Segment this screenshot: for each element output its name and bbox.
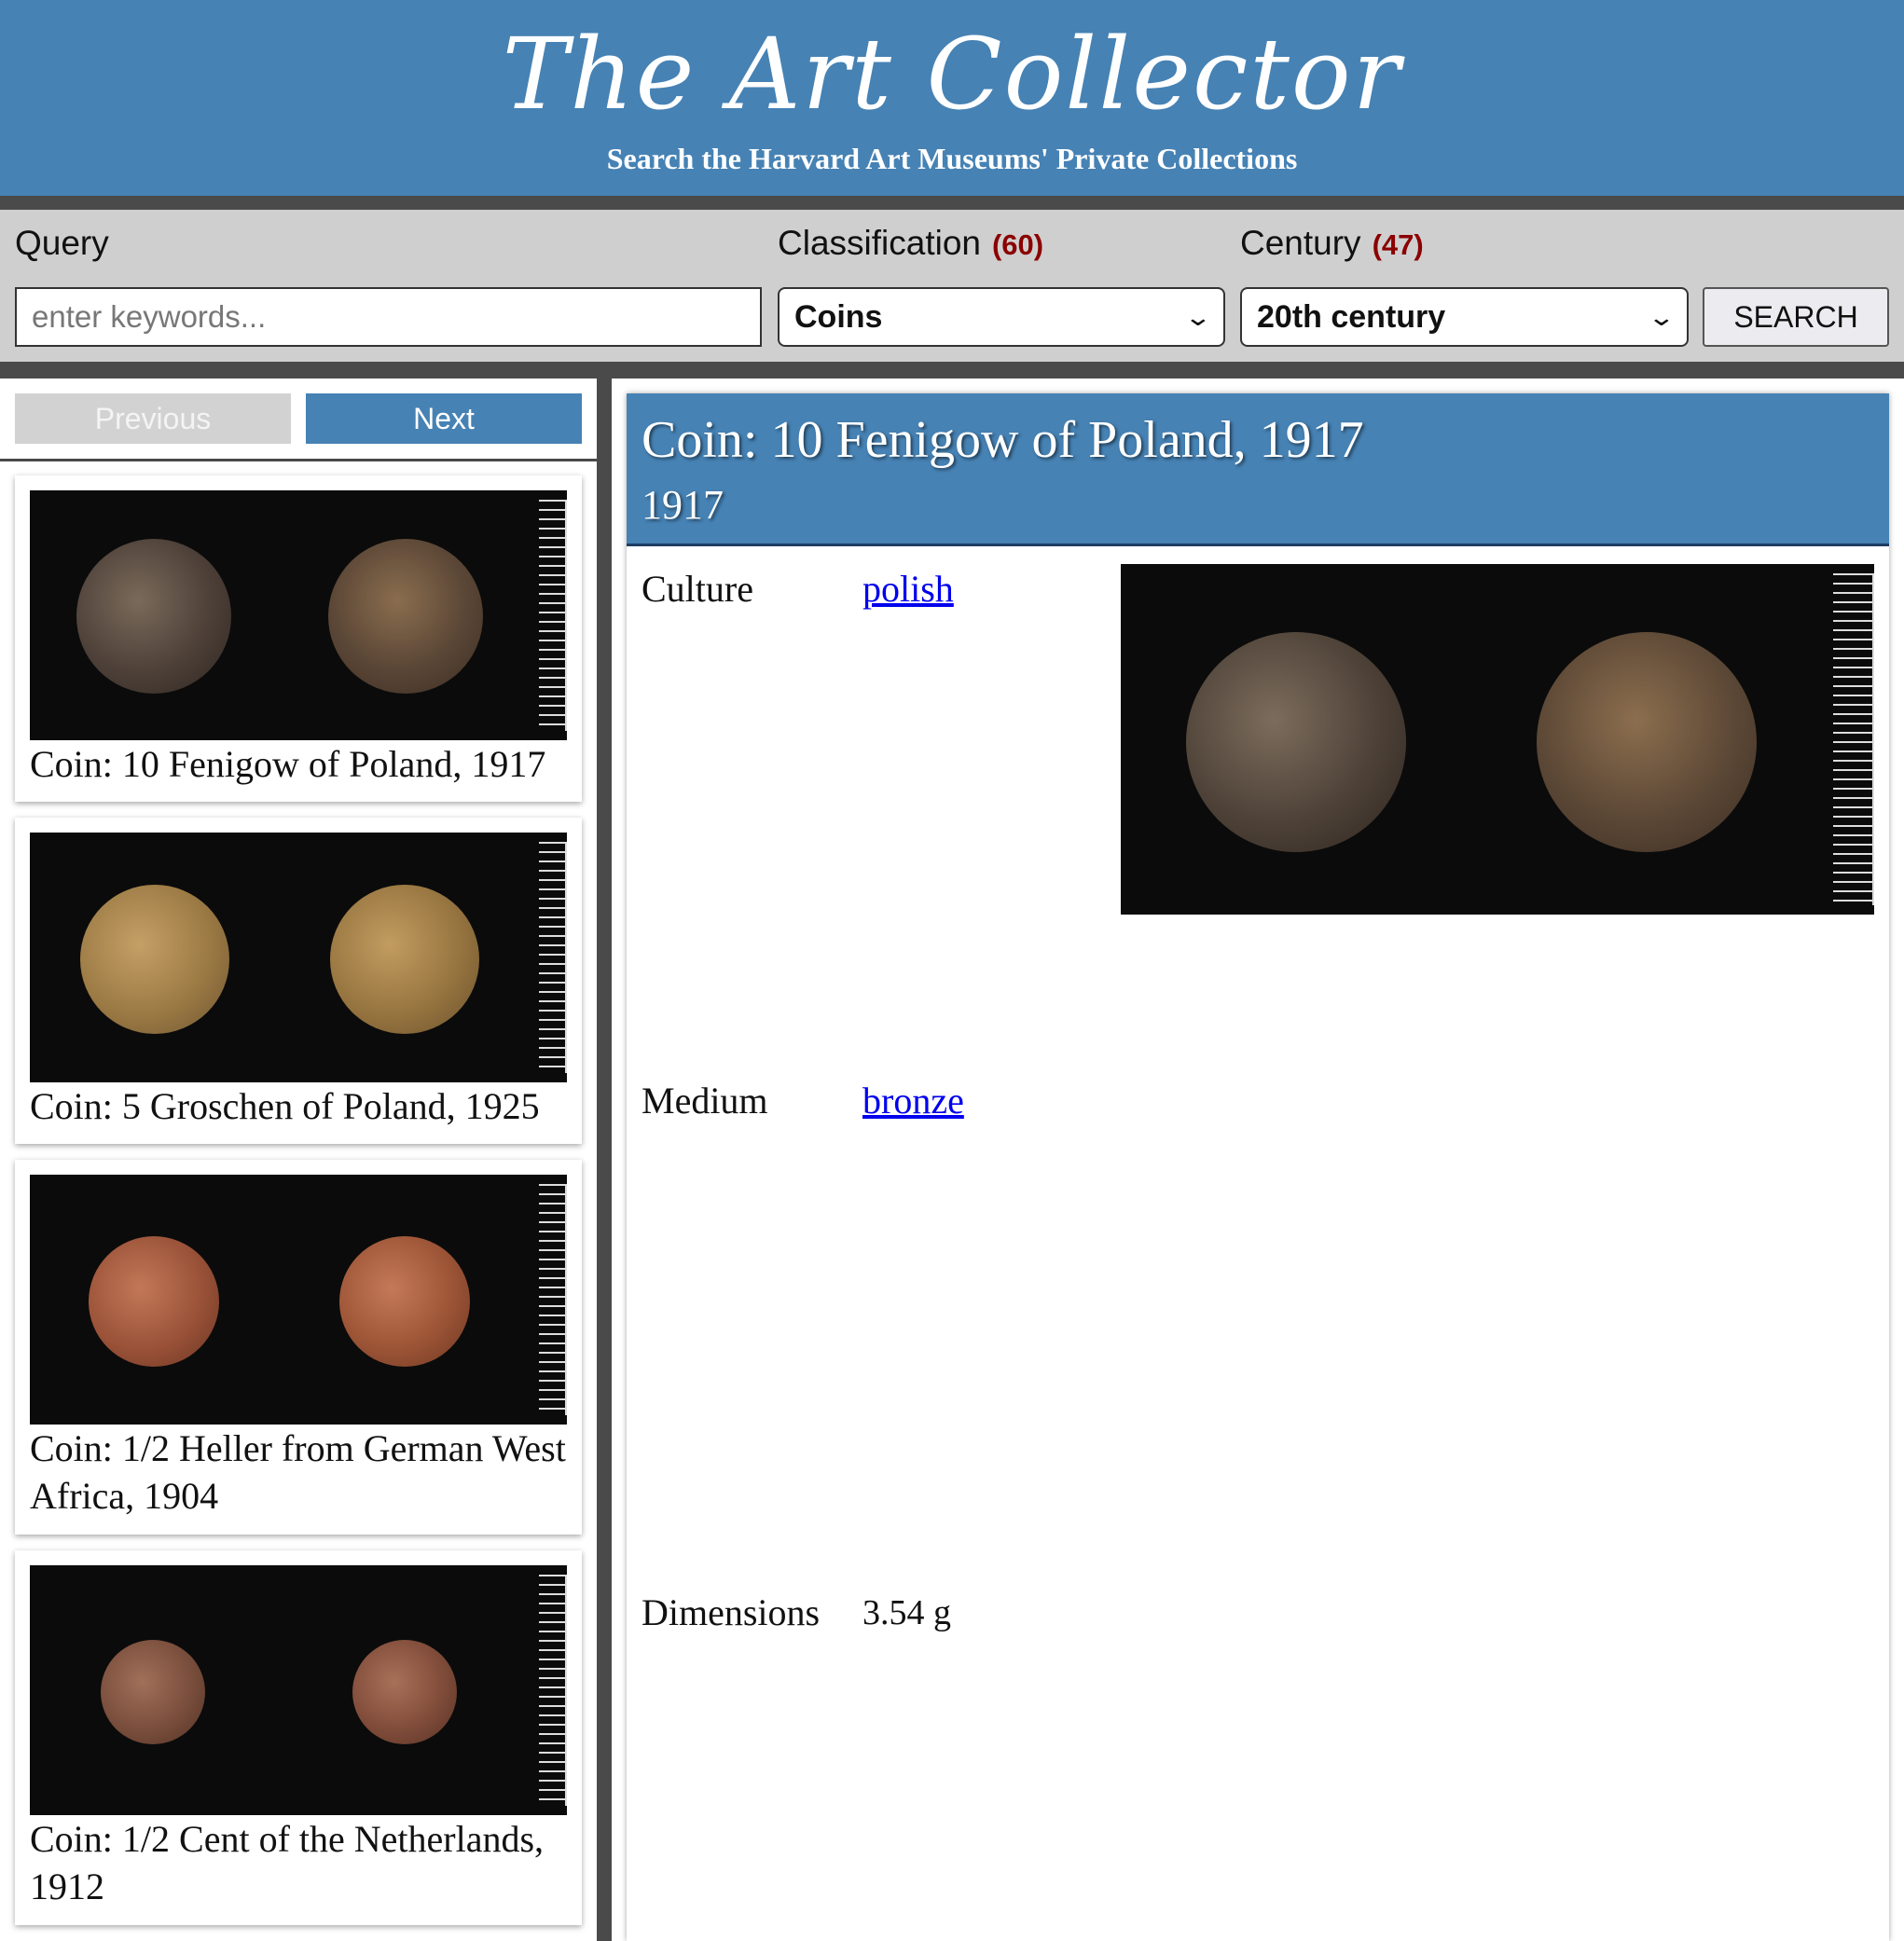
next-button[interactable]: Next: [306, 393, 582, 444]
fact-label-dimensions: Dimensions: [642, 1591, 821, 1633]
result-card[interactable]: Coin: 10 Fenigow of Poland, 1917: [15, 475, 582, 802]
search-divider: [0, 362, 1904, 379]
result-card[interactable]: Coin: 5 Groschen of Poland, 1925: [15, 818, 582, 1144]
scale-ruler: [539, 1575, 567, 1806]
detail-title: Coin: 10 Fenigow of Poland, 1917: [642, 411, 1364, 469]
result-title: Coin: 5 Groschen of Poland, 1925: [30, 1085, 540, 1127]
dimensions-value: 3.54 g: [862, 1593, 951, 1632]
coin-obverse-image: [101, 1640, 205, 1744]
site-subtitle: Search the Harvard Art Museums' Private …: [606, 142, 1298, 175]
result-thumbnail: [30, 1565, 567, 1815]
coin-reverse-image: [1537, 632, 1757, 852]
classification-label: Classification: [778, 224, 981, 262]
coin-reverse-image: [328, 539, 483, 694]
result-title: Coin: 1/2 Cent of the Netherlands, 1912: [30, 1818, 545, 1907]
coin-reverse-image: [352, 1640, 457, 1744]
query-label: Query: [15, 224, 109, 262]
site-header: The Art Collector Search the Harvard Art…: [0, 0, 1904, 196]
result-title: Coin: 10 Fenigow of Poland, 1917: [30, 743, 546, 785]
coin-obverse-image: [89, 1236, 219, 1367]
search-button[interactable]: SEARCH: [1703, 287, 1889, 347]
scale-ruler: [539, 842, 567, 1073]
classification-selected-value: Coins: [794, 298, 883, 335]
fact-label-culture: Culture: [642, 568, 753, 610]
coin-obverse-image: [1186, 632, 1406, 852]
chevron-down-icon: ⌄: [1647, 302, 1676, 331]
detail-date: 1917: [642, 482, 724, 528]
query-input[interactable]: [15, 287, 762, 347]
century-count: (47): [1372, 228, 1424, 261]
previous-button[interactable]: Previous: [15, 393, 291, 444]
site-title: The Art Collector: [502, 17, 1402, 131]
header-divider: [0, 196, 1904, 210]
scale-ruler: [539, 500, 567, 731]
detail-image: [1121, 564, 1874, 915]
century-select[interactable]: 20th century ⌄: [1240, 287, 1689, 347]
fact-label-medium: Medium: [642, 1080, 768, 1122]
chevron-down-icon: ⌄: [1183, 302, 1213, 331]
culture-link[interactable]: polish: [862, 567, 954, 611]
result-title: Coin: 1/2 Heller from German West Africa…: [30, 1427, 566, 1517]
classification-select[interactable]: Coins ⌄: [778, 287, 1225, 347]
medium-link[interactable]: bronze: [862, 1079, 964, 1122]
classification-count: (60): [991, 228, 1044, 261]
century-selected-value: 20th century: [1257, 298, 1446, 335]
century-label-group: Century (47): [1240, 224, 1424, 263]
result-card[interactable]: Coin: 1/2 Heller from German West Africa…: [15, 1160, 582, 1535]
result-thumbnail: [30, 490, 567, 740]
result-thumbnail: [30, 833, 567, 1082]
classification-label-group: Classification (60): [778, 224, 1043, 263]
coin-obverse-image: [80, 885, 229, 1034]
result-card[interactable]: Coin: 1/2 Cent of the Netherlands, 1912: [15, 1550, 582, 1925]
scale-ruler: [1833, 573, 1874, 905]
coin-reverse-image: [339, 1236, 470, 1367]
scale-ruler: [539, 1184, 567, 1415]
panel-divider: [597, 379, 612, 1941]
pagination-divider: [0, 459, 597, 461]
coin-obverse-image: [76, 539, 231, 694]
coin-reverse-image: [330, 885, 479, 1034]
century-label: Century: [1240, 224, 1361, 262]
result-thumbnail: [30, 1175, 567, 1425]
